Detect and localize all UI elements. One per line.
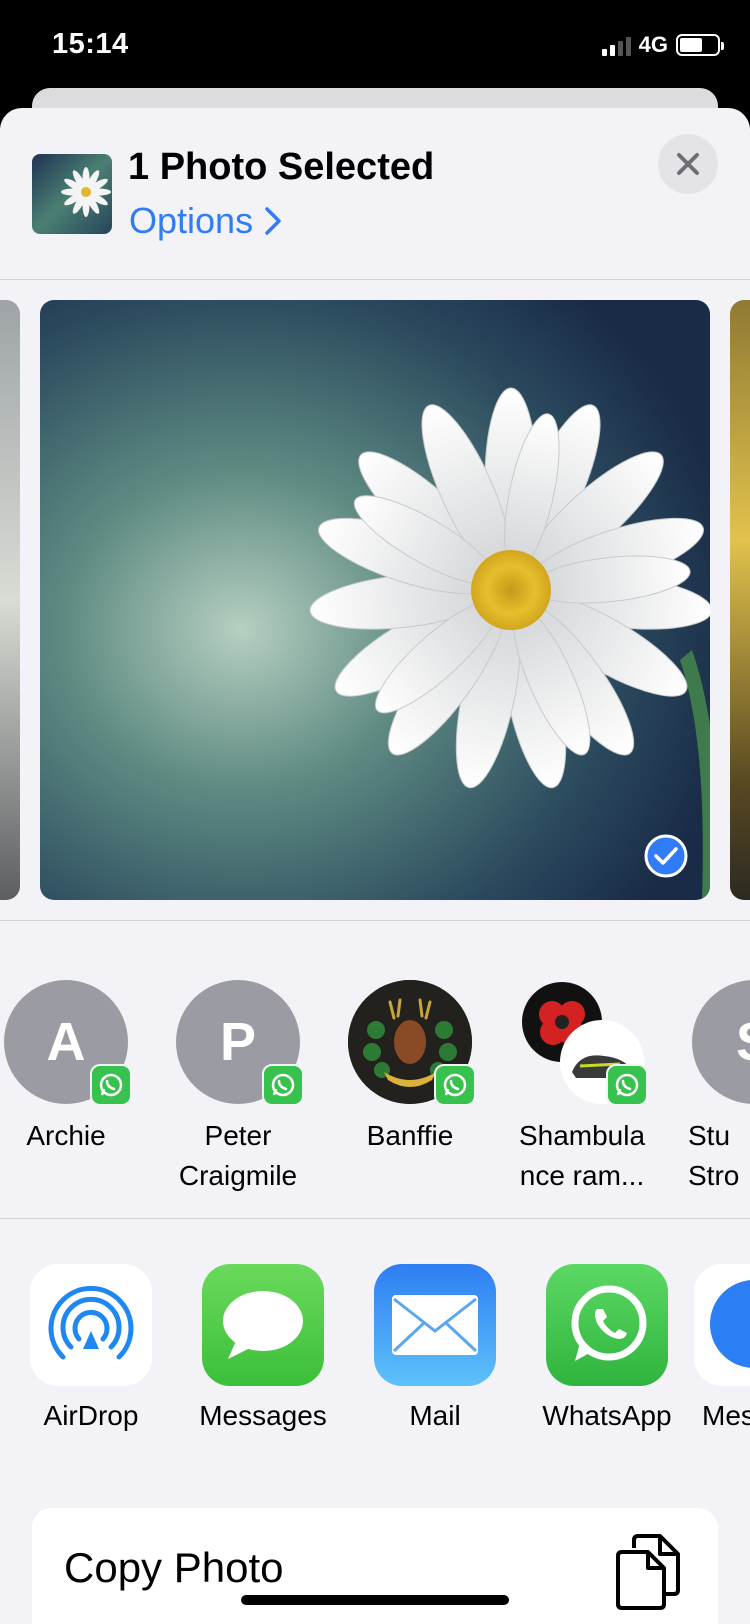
status-time: 15:14 — [52, 28, 129, 60]
whatsapp-badge-icon — [434, 1064, 476, 1106]
contact-name-line2: Craigmile — [178, 1160, 298, 1191]
share-sheet: 1 Photo Selected Options A Archie P Pete… — [0, 108, 750, 1624]
app-label: WhatsApp — [542, 1400, 672, 1431]
mail-icon — [374, 1264, 496, 1386]
signal-icon — [601, 34, 631, 56]
action-label: Copy Photo — [64, 1544, 284, 1591]
contact-name: Shambula — [518, 1120, 646, 1151]
whatsapp-badge-icon — [606, 1064, 648, 1106]
selected-checkmark-icon[interactable] — [644, 834, 688, 878]
app-messages[interactable]: Messages — [178, 1264, 348, 1432]
home-indicator[interactable] — [241, 1595, 509, 1605]
photo-carousel[interactable] — [0, 280, 750, 920]
avatar: P — [176, 980, 304, 1106]
battery-icon — [676, 34, 724, 56]
share-header: 1 Photo Selected Options — [0, 108, 750, 280]
app-label: Mail — [409, 1400, 461, 1431]
whatsapp-badge-icon — [262, 1064, 304, 1106]
selected-photo[interactable] — [40, 300, 710, 900]
network-type: 4G — [638, 32, 668, 57]
contact-name: Archie — [26, 1120, 106, 1151]
close-button[interactable] — [658, 134, 718, 194]
contact-archie[interactable]: A Archie — [0, 980, 146, 1156]
next-photo[interactable] — [730, 300, 750, 900]
app-label: Mes — [702, 1400, 750, 1431]
airdrop-icon — [30, 1264, 152, 1386]
app-airdrop[interactable]: AirDrop — [6, 1264, 176, 1432]
copy-icon — [616, 1534, 680, 1610]
contact-name-line2: Stro — [688, 1160, 740, 1191]
group-avatar — [520, 980, 648, 1106]
whatsapp-badge-icon — [90, 1064, 132, 1106]
contact-suggestions[interactable]: A Archie P Peter Craigmile Banffie Shamb… — [0, 920, 750, 1218]
share-apps[interactable]: AirDrop Messages Mail WhatsApp Mes — [0, 1218, 750, 1488]
avatar: S — [692, 980, 750, 1104]
contact-peter-craigmile[interactable]: P Peter Craigmile — [158, 980, 318, 1196]
close-icon — [677, 153, 699, 175]
app-whatsapp[interactable]: WhatsApp — [522, 1264, 692, 1432]
status-bar: 15:14 4G — [0, 0, 750, 90]
chevron-right-icon — [265, 207, 281, 235]
messages-icon — [202, 1264, 324, 1386]
whatsapp-icon — [546, 1264, 668, 1386]
options-label: Options — [129, 200, 254, 241]
contact-group-shambulance[interactable]: Shambula nce ram... — [502, 980, 662, 1196]
app-label: Messages — [199, 1400, 327, 1431]
options-button[interactable]: Options — [129, 200, 281, 242]
copy-photo-action[interactable]: Copy Photo — [32, 1508, 718, 1624]
app-mail[interactable]: Mail — [350, 1264, 520, 1432]
contact-name: Stu — [688, 1120, 731, 1151]
contact-name: Banffie — [366, 1120, 454, 1151]
avatar — [348, 980, 476, 1106]
avatar: A — [4, 980, 132, 1106]
contact-name-line2: nce ram... — [519, 1160, 645, 1191]
app-messenger[interactable]: Mes — [694, 1264, 750, 1432]
messenger-icon — [694, 1264, 750, 1386]
contact-name: Peter — [204, 1120, 272, 1151]
contact-banffie[interactable]: Banffie — [330, 980, 490, 1156]
status-indicators: 4G — [601, 32, 724, 58]
contact-partial[interactable]: S Stu Stro — [674, 980, 750, 1196]
app-label: AirDrop — [43, 1400, 139, 1431]
previous-photo[interactable] — [0, 300, 20, 900]
photo-thumbnail — [32, 154, 112, 234]
selection-title: 1 Photo Selected — [128, 146, 435, 188]
